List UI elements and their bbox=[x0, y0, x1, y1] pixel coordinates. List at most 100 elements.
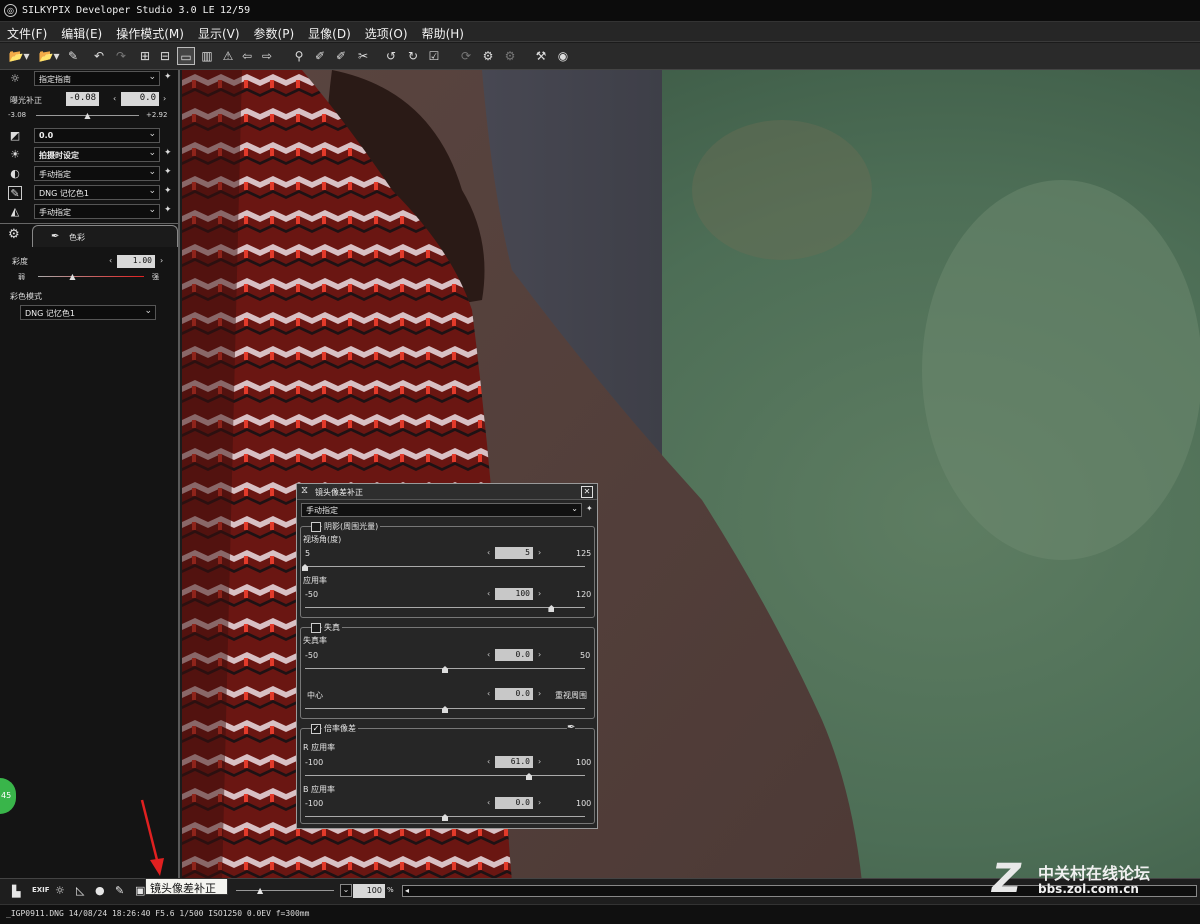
center-next-icon[interactable]: › bbox=[538, 689, 541, 698]
gray-picker-icon[interactable]: ✐ bbox=[332, 47, 350, 65]
scroll-left-icon[interactable]: ◂ bbox=[405, 886, 409, 895]
mode-select[interactable]: 手动指定 ⌄ bbox=[301, 503, 582, 517]
tab-color[interactable]: ✒ 色彩 bbox=[32, 225, 178, 247]
warning-icon[interactable]: ⚠ bbox=[219, 47, 237, 65]
menu-help[interactable]: 帮助(H) bbox=[415, 22, 471, 42]
add-preset-icon[interactable]: ✦ bbox=[586, 504, 593, 513]
menu-view[interactable]: 显示(V) bbox=[191, 22, 247, 42]
zoom-icon[interactable]: ⚲ bbox=[290, 47, 308, 65]
pipette-icon: ✒ bbox=[51, 231, 60, 242]
open-file-icon[interactable]: 📂▾ bbox=[36, 47, 62, 65]
zoom-dropdown-icon[interactable]: ⌄ bbox=[340, 884, 352, 897]
filmstrip-view-icon[interactable]: ⊟ bbox=[156, 47, 174, 65]
menu-params[interactable]: 参数(P) bbox=[247, 22, 302, 42]
zoom-thumb[interactable]: ▲ bbox=[257, 886, 263, 895]
exposure-input-2[interactable]: 0.0 bbox=[121, 92, 159, 106]
tone-select[interactable]: 0.0 ⌄ bbox=[34, 128, 160, 143]
taste-select[interactable]: 指定指南 ⌄ bbox=[34, 71, 160, 86]
auto-pipette-icon[interactable]: ✒ bbox=[567, 722, 576, 733]
lens-aberration-icon[interactable]: ▣ bbox=[135, 884, 145, 897]
compare-view-icon[interactable]: ▥ bbox=[198, 47, 216, 65]
white-balance-select[interactable]: 拍摄时设定 ⌄ bbox=[34, 147, 160, 162]
vignetting-checkbox[interactable] bbox=[311, 522, 321, 532]
vignetting-rate-prev-icon[interactable]: ‹ bbox=[487, 589, 490, 598]
r-rate-slider[interactable] bbox=[305, 775, 585, 776]
contrast-select[interactable]: 手动指定 ⌄ bbox=[34, 166, 160, 181]
angle-prev-icon[interactable]: ‹ bbox=[487, 548, 490, 557]
distortion-checkbox[interactable] bbox=[311, 623, 321, 633]
saturation-prev-icon[interactable]: ‹ bbox=[109, 256, 112, 265]
center-prev-icon[interactable]: ‹ bbox=[487, 689, 490, 698]
menu-bar: 文件(F) 编辑(E) 操作模式(M) 显示(V) 参数(P) 显像(D) 选项(O) 帮助(… bbox=[0, 22, 1200, 42]
r-rate-prev-icon[interactable]: ‹ bbox=[487, 757, 490, 766]
b-rate-input[interactable]: 0.0 bbox=[495, 797, 533, 809]
grid-view-icon[interactable]: ⊞ bbox=[136, 47, 154, 65]
exif-icon[interactable]: EXIF bbox=[32, 886, 50, 894]
sphere-icon[interactable]: ● bbox=[95, 884, 105, 897]
saturation-next-icon[interactable]: › bbox=[160, 256, 163, 265]
highlight-icon[interactable]: ☼ bbox=[55, 884, 65, 897]
menu-mode[interactable]: 操作模式(M) bbox=[109, 22, 191, 42]
r-rate-input[interactable]: 61.0 bbox=[495, 756, 533, 768]
redo-icon[interactable]: ↷ bbox=[112, 47, 130, 65]
menu-options[interactable]: 选项(O) bbox=[358, 22, 415, 42]
chromatic-checkbox[interactable]: ✓ bbox=[311, 724, 321, 734]
batch-develop-icon[interactable]: ⚙ bbox=[501, 47, 519, 65]
vignetting-rate-next-icon[interactable]: › bbox=[538, 589, 541, 598]
angle-input[interactable]: 5 bbox=[495, 547, 533, 559]
add-contrast-icon[interactable]: ✦ bbox=[164, 167, 172, 177]
rotate-right-icon[interactable]: ↻ bbox=[404, 47, 422, 65]
prev-icon[interactable]: ⇦ bbox=[238, 47, 256, 65]
add-wb-icon[interactable]: ✦ bbox=[164, 148, 172, 158]
color-mode-select[interactable]: DNG 记忆色1 ⌄ bbox=[20, 305, 156, 320]
add-color-icon[interactable]: ✦ bbox=[164, 186, 172, 196]
vignetting-rate-input[interactable]: 100 bbox=[495, 588, 533, 600]
b-rate-prev-icon[interactable]: ‹ bbox=[487, 798, 490, 807]
rotate-left-icon[interactable]: ↺ bbox=[382, 47, 400, 65]
menu-file[interactable]: 文件(F) bbox=[0, 22, 54, 42]
refresh-icon[interactable]: ⟳ bbox=[457, 47, 475, 65]
exposure-thumb[interactable]: ▲ bbox=[84, 112, 91, 120]
palette-icon[interactable]: ◉ bbox=[554, 47, 572, 65]
r-rate-next-icon[interactable]: › bbox=[538, 757, 541, 766]
curve-icon[interactable]: ◺ bbox=[76, 884, 84, 897]
distortion-rate-input[interactable]: 0.0 bbox=[495, 649, 533, 661]
histogram-icon[interactable]: ▙ bbox=[12, 885, 20, 898]
close-icon[interactable]: ✕ bbox=[581, 486, 593, 498]
saturation-slider[interactable] bbox=[38, 276, 144, 277]
spot-picker-icon[interactable]: ✂ bbox=[354, 47, 372, 65]
distortion-rate-prev-icon[interactable]: ‹ bbox=[487, 650, 490, 659]
saturation-thumb[interactable]: ▲ bbox=[69, 273, 76, 281]
b-rate-next-icon[interactable]: › bbox=[538, 798, 541, 807]
vignetting-rate-slider[interactable] bbox=[305, 607, 585, 608]
add-taste-icon[interactable]: ✦ bbox=[164, 72, 172, 82]
saturation-input[interactable]: 1.00 bbox=[117, 255, 155, 268]
save-icon[interactable]: ✎ bbox=[64, 47, 82, 65]
brush-icon[interactable]: ✎ bbox=[115, 884, 124, 897]
next-icon[interactable]: ⇨ bbox=[258, 47, 276, 65]
angle-next-icon[interactable]: › bbox=[538, 548, 541, 557]
white-balance-picker-icon[interactable]: ✐ bbox=[311, 47, 329, 65]
hammer-icon[interactable]: ⚒ bbox=[532, 47, 550, 65]
center-input[interactable]: 0.0 bbox=[495, 688, 533, 700]
add-sharpness-icon[interactable]: ✦ bbox=[164, 205, 172, 215]
angle-slider[interactable] bbox=[305, 566, 585, 567]
menu-develop[interactable]: 显像(D) bbox=[301, 22, 358, 42]
color-select[interactable]: DNG 记忆色1 ⌄ bbox=[34, 185, 160, 200]
distortion-rate-next-icon[interactable]: › bbox=[538, 650, 541, 659]
sharpness-select[interactable]: 手动指定 ⌄ bbox=[34, 204, 160, 219]
open-folder-icon[interactable]: 📂▾ bbox=[6, 47, 32, 65]
menu-edit[interactable]: 编辑(E) bbox=[54, 22, 109, 42]
exposure-input[interactable]: -0.08 bbox=[66, 92, 99, 106]
develop-icon[interactable]: ⚙ bbox=[479, 47, 497, 65]
single-view-icon[interactable]: ▭ bbox=[177, 47, 195, 65]
mark-icon[interactable]: ☑ bbox=[425, 47, 443, 65]
tone-row: ◩ 0.0 ⌄ bbox=[0, 127, 178, 145]
undo-icon[interactable]: ↶ bbox=[90, 47, 108, 65]
gears-icon[interactable]: ⚙ bbox=[8, 227, 20, 242]
dialog-title-bar[interactable]: ⧖ 镜头像差补正 ✕ bbox=[297, 484, 597, 500]
zoom-input[interactable]: 100 bbox=[353, 884, 385, 898]
exposure-next-icon[interactable]: › bbox=[163, 94, 166, 103]
exposure-prev-icon[interactable]: ‹ bbox=[113, 94, 116, 103]
zoom-slider[interactable] bbox=[236, 890, 334, 891]
